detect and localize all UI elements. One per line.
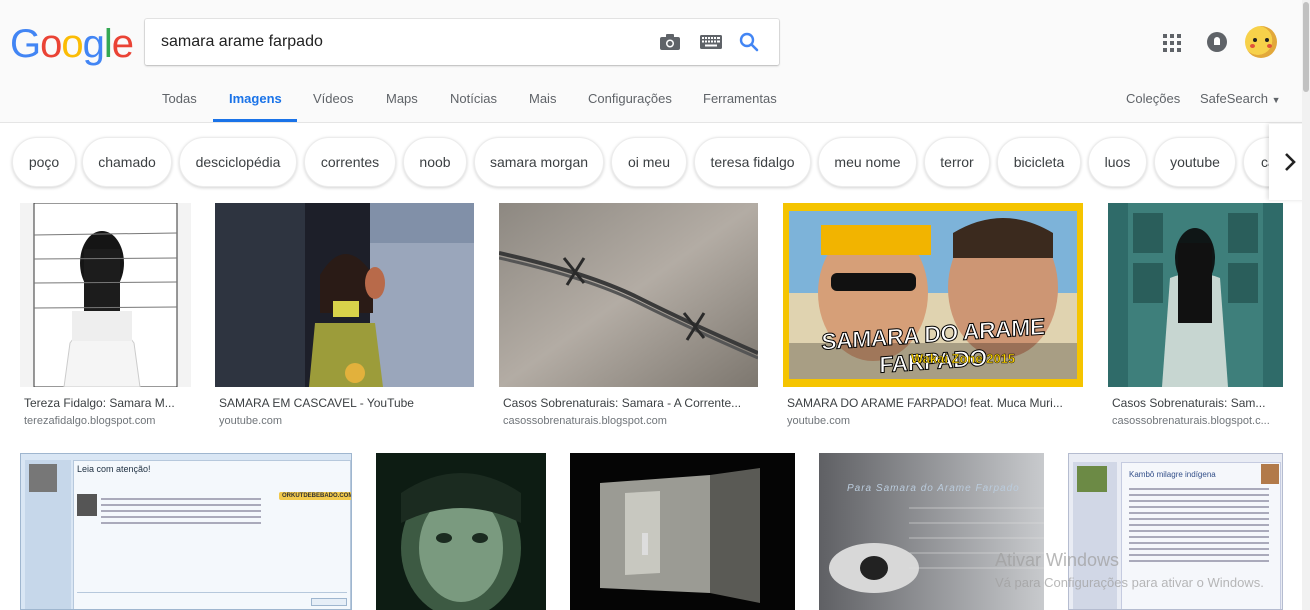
result-caption: Tereza Fidalgo: Samara M...: [24, 396, 175, 410]
camera-icon[interactable]: [658, 31, 682, 53]
chip[interactable]: samara morgan: [474, 137, 604, 187]
result-thumbnail: [499, 203, 758, 387]
tab-mais[interactable]: Mais: [529, 91, 556, 106]
result-thumbnail: Kambô milagre indígena: [1068, 453, 1283, 610]
result-thumbnail: SAMARA DO ARAME FARPADO Wakai Zone 2015: [783, 203, 1083, 387]
result-caption: SAMARA DO ARAME FARPADO! feat. Muca Muri…: [787, 396, 1063, 410]
related-chips: poço chamado desciclopédia correntes noo…: [0, 124, 1310, 200]
chip[interactable]: meu nome: [818, 137, 917, 187]
logo-letter: o: [61, 22, 83, 66]
active-tab-indicator: [213, 119, 297, 122]
result-thumbnail: Leia com atenção! ORKUTDEBEBADO.COM: [20, 453, 352, 610]
image-result[interactable]: Tereza Fidalgo: Samara M... terezafidalg…: [20, 203, 191, 433]
keyboard-icon[interactable]: [699, 31, 723, 53]
chip[interactable]: oi meu: [611, 137, 687, 187]
result-caption: Casos Sobrenaturais: Sam...: [1112, 396, 1266, 410]
thumb-logo-text: ORKUTDEBEBADO.COM: [279, 492, 351, 500]
logo-letter: l: [103, 22, 113, 66]
chip[interactable]: teresa fidalgo: [694, 137, 811, 187]
tab-imagens[interactable]: Imagens: [229, 91, 282, 106]
chip[interactable]: youtube: [1154, 137, 1236, 187]
result-domain: youtube.com: [787, 415, 850, 427]
safesearch-menu[interactable]: SafeSearch ▼: [1200, 91, 1280, 106]
tab-noticias[interactable]: Notícias: [450, 91, 497, 106]
result-domain: youtube.com: [219, 415, 282, 427]
notifications-icon[interactable]: [1207, 32, 1227, 52]
image-result[interactable]: SAMARA DO ARAME FARPADO Wakai Zone 2015 …: [783, 203, 1083, 433]
chip[interactable]: correntes: [304, 137, 396, 187]
apps-icon[interactable]: [1163, 34, 1181, 52]
result-thumbnail: [215, 203, 474, 387]
google-logo[interactable]: Google: [10, 22, 134, 66]
scrollbar-thumb[interactable]: [1303, 2, 1309, 92]
result-thumbnail: Para Samara do Arame Farpado: [819, 453, 1044, 610]
result-thumbnail: [20, 203, 191, 387]
thumb-title-text: Para Samara do Arame Farpado: [847, 483, 1020, 494]
result-thumbnail: [1108, 203, 1283, 387]
image-result[interactable]: Casos Sobrenaturais: Samara - A Corrente…: [499, 203, 758, 433]
result-domain: terezafidalgo.blogspot.com: [24, 415, 156, 427]
chip[interactable]: noob: [403, 137, 467, 187]
search-icon[interactable]: [737, 31, 761, 53]
thumb-title-text: Kambô milagre indígena: [1129, 470, 1216, 479]
tab-todas[interactable]: Todas: [162, 91, 197, 106]
tab-videos[interactable]: Vídeos: [313, 91, 353, 106]
thumb-title-text: Leia com atenção!: [77, 464, 151, 474]
tab-maps[interactable]: Maps: [386, 91, 418, 106]
chip[interactable]: desciclopédia: [179, 137, 297, 187]
chip[interactable]: bicicleta: [997, 137, 1081, 187]
google-images-page: Google Todas Imagens Vídeos Maps Notícia…: [0, 0, 1310, 610]
result-domain: casossobrenaturais.blogspot.c...: [1112, 415, 1270, 427]
result-domain: casossobrenaturais.blogspot.com: [503, 415, 667, 427]
search-box: [145, 19, 779, 65]
image-result[interactable]: Para Samara do Arame Farpado: [819, 453, 1044, 610]
logo-letter: G: [10, 22, 41, 66]
image-result[interactable]: [376, 453, 546, 610]
search-input[interactable]: [161, 29, 641, 55]
chevron-right-icon: [1285, 153, 1296, 171]
image-result[interactable]: Casos Sobrenaturais: Sam... casossobrena…: [1108, 203, 1283, 433]
chip[interactable]: poço: [12, 137, 76, 187]
search-tabs: Todas Imagens Vídeos Maps Notícias Mais …: [0, 80, 1310, 123]
logo-letter: o: [40, 22, 62, 66]
result-thumbnail: [570, 453, 795, 610]
header: Google Todas Imagens Vídeos Maps Notícia…: [0, 0, 1310, 123]
image-result[interactable]: Leia com atenção! ORKUTDEBEBADO.COM: [20, 453, 352, 610]
logo-letter: g: [82, 22, 105, 66]
result-caption: SAMARA EM CASCAVEL - YouTube: [219, 396, 414, 410]
tab-ferramentas[interactable]: Ferramentas: [703, 91, 777, 106]
image-result[interactable]: [570, 453, 795, 610]
logo-letter: e: [111, 22, 134, 66]
result-caption: Casos Sobrenaturais: Samara - A Corrente…: [503, 396, 742, 410]
avatar[interactable]: [1245, 26, 1277, 58]
caret-down-icon: ▼: [1271, 95, 1281, 105]
chip[interactable]: terror: [924, 137, 990, 187]
image-result[interactable]: SAMARA EM CASCAVEL - YouTube youtube.com: [215, 203, 474, 433]
result-thumbnail: [376, 453, 546, 610]
image-result[interactable]: Kambô milagre indígena: [1068, 453, 1283, 610]
thumb-subtitle-text: Wakai Zone 2015: [910, 351, 1016, 366]
safesearch-label: SafeSearch: [1200, 91, 1268, 106]
tab-configuracoes[interactable]: Configurações: [588, 91, 672, 106]
chip[interactable]: luos: [1088, 137, 1147, 187]
collections-link[interactable]: Coleções: [1126, 91, 1180, 106]
page-scrollbar[interactable]: [1302, 0, 1310, 610]
chip[interactable]: chamado: [82, 137, 172, 187]
